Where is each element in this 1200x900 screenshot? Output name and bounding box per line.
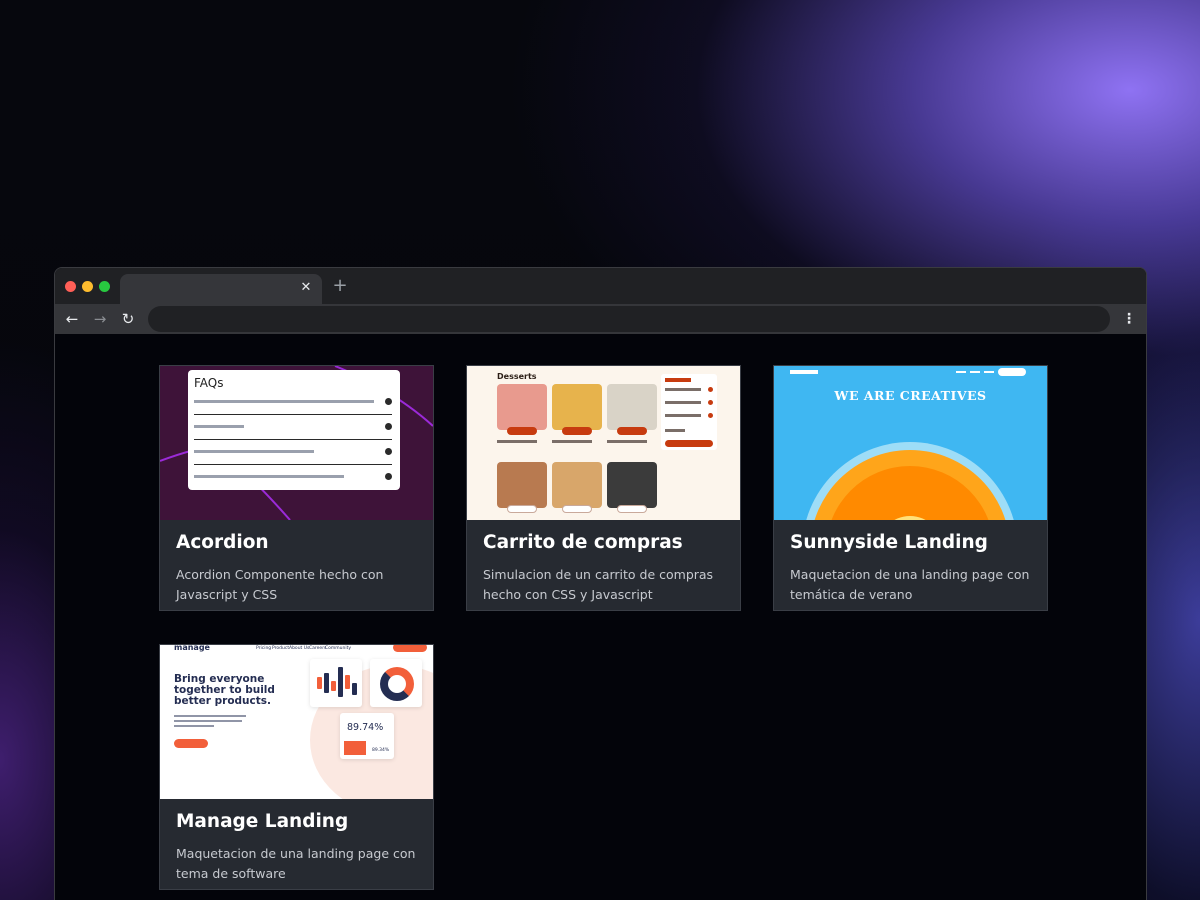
back-arrow-icon[interactable]: ← [64, 311, 80, 327]
browser-tab[interactable]: ✕ [120, 274, 322, 304]
manage-headline: Bring everyone together to build better … [174, 673, 275, 707]
maximize-window-button[interactable] [99, 281, 110, 292]
project-title[interactable]: Manage Landing [176, 811, 348, 832]
faq-row [194, 473, 392, 485]
faq-row [194, 448, 392, 460]
nav-item: About Us [289, 646, 310, 651]
project-description: Maquetacion de una landing page con tema… [176, 846, 416, 881]
project-title[interactable]: Carrito de compras [483, 532, 683, 553]
project-card-carrito[interactable]: Desserts Carrito de compras Simulacion d… [466, 365, 741, 611]
project-card-manage[interactable]: manage Pricing Product About Us Careers … [159, 644, 434, 890]
project-thumbnail: WE ARE CREATIVES [774, 366, 1047, 520]
project-title[interactable]: Acordion [176, 532, 269, 553]
desserts-heading: Desserts [497, 372, 537, 381]
faq-row [194, 423, 392, 435]
stat-value: 89.74% [347, 722, 384, 733]
nav-item: Product [272, 646, 290, 651]
nav-item: Careers [309, 646, 327, 651]
address-bar[interactable] [148, 306, 1110, 332]
donut-chart-icon [380, 667, 414, 701]
more-menu-icon[interactable]: ⋮ [1120, 310, 1138, 328]
project-thumbnail: Desserts [467, 366, 740, 520]
project-thumbnail: FAQs [160, 366, 433, 520]
forward-arrow-icon[interactable]: → [92, 311, 108, 327]
faq-row [194, 398, 392, 410]
project-description: Maquetacion de una landing page con temá… [790, 567, 1030, 602]
browser-window: ✕ + ← → ↻ ⋮ FAQs Acordion Acordion Compo… [54, 267, 1147, 900]
tab-bar: ✕ + [55, 268, 1146, 304]
faq-heading: FAQs [194, 376, 224, 390]
browser-toolbar: ← → ↻ ⋮ [55, 304, 1146, 334]
hero-heading: WE ARE CREATIVES [834, 388, 987, 403]
cart-panel [661, 374, 717, 450]
project-title[interactable]: Sunnyside Landing [790, 532, 988, 553]
project-thumbnail: manage Pricing Product About Us Careers … [160, 645, 433, 799]
faq-panel: FAQs [188, 370, 400, 490]
close-window-button[interactable] [65, 281, 76, 292]
minimize-window-button[interactable] [82, 281, 93, 292]
stat-small: 89.34% [372, 748, 390, 753]
new-tab-icon[interactable]: + [331, 277, 349, 295]
close-icon[interactable]: ✕ [298, 280, 314, 296]
project-description: Simulacion de un carrito de compras hech… [483, 567, 714, 602]
project-description: Acordion Componente hecho con Javascript… [176, 567, 384, 602]
reload-icon[interactable]: ↻ [120, 311, 136, 327]
project-card-sunnyside[interactable]: WE ARE CREATIVES Sunnyside Landing Maque… [773, 365, 1048, 611]
page-content: FAQs Acordion Acordion Componente hecho … [55, 334, 1146, 900]
nav-item: Community [325, 646, 352, 651]
manage-logo: manage [174, 645, 210, 652]
project-card-acordion[interactable]: FAQs Acordion Acordion Componente hecho … [159, 365, 434, 611]
nav-item: Pricing [256, 646, 272, 651]
